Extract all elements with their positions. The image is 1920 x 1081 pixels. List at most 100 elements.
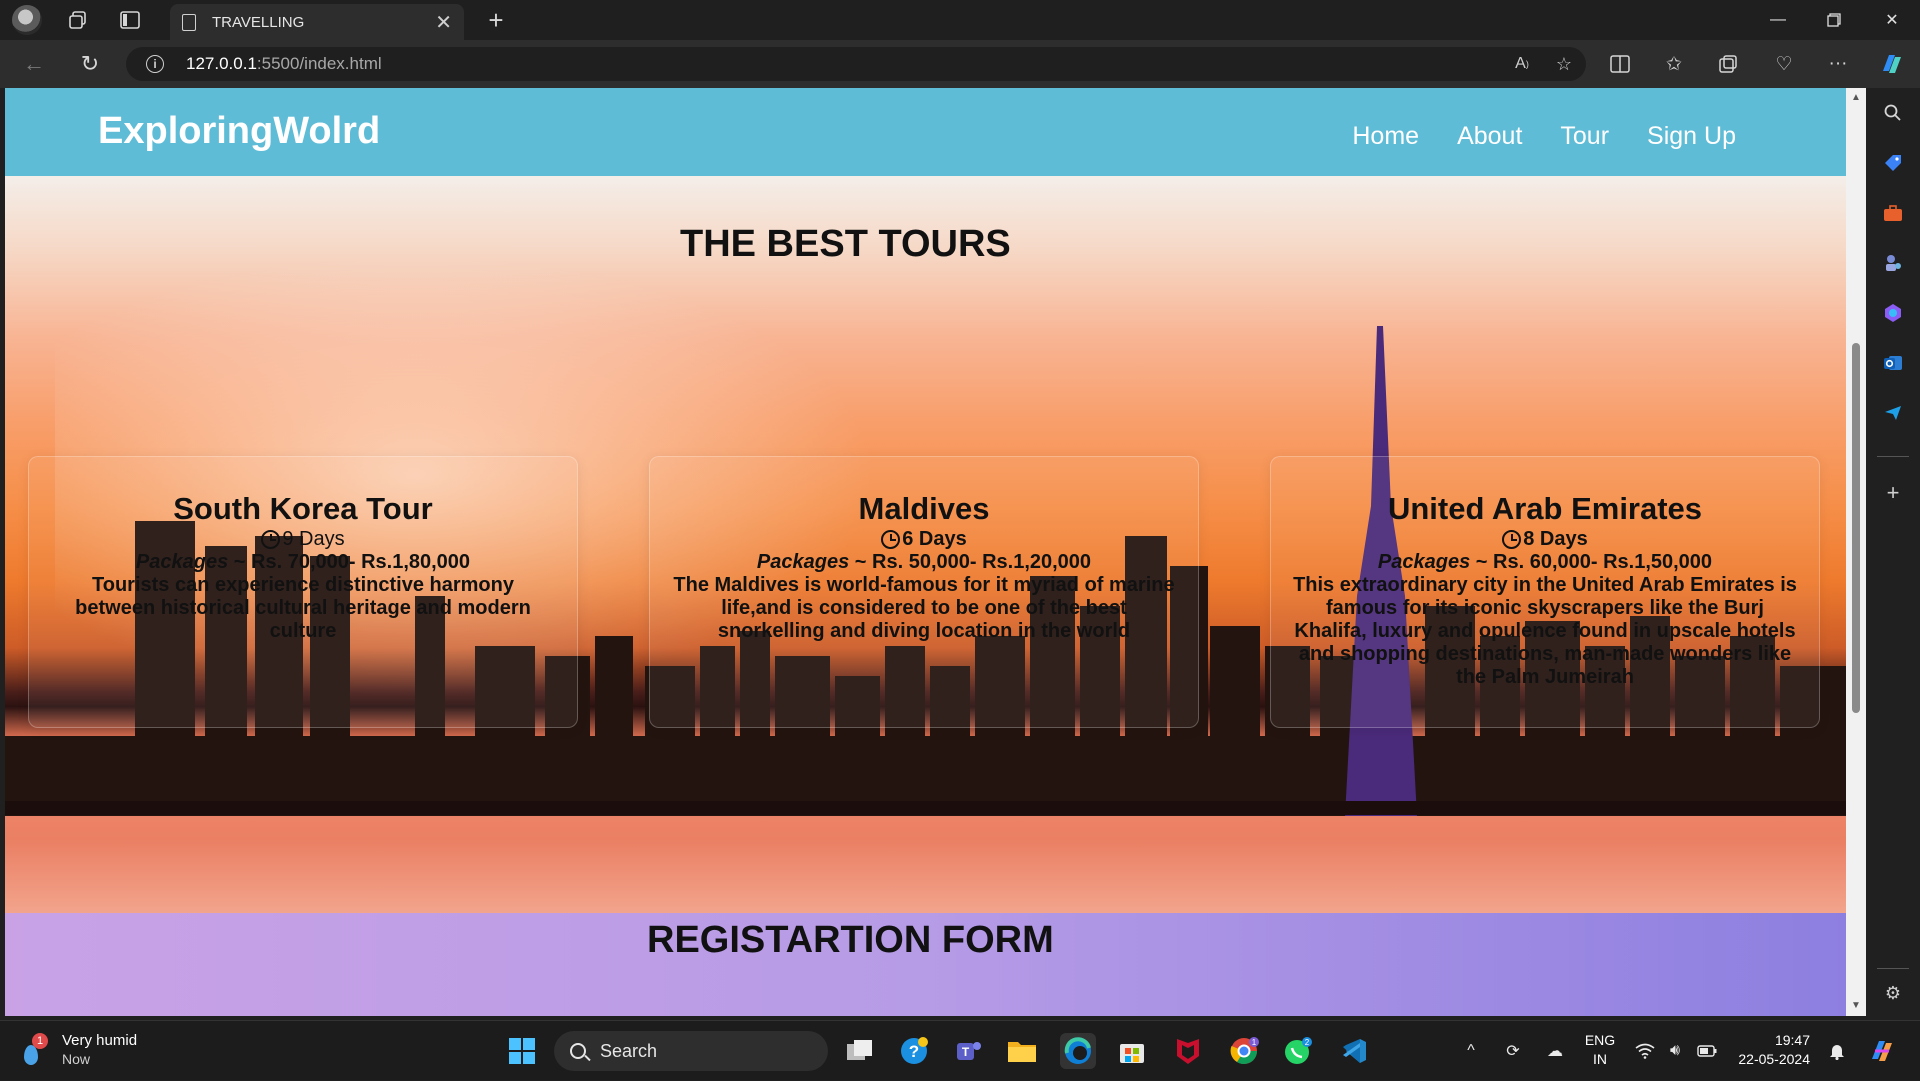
windows-taskbar: 1 Very humid Now Search ? T 1 2 ^ ⟳ ☁ EN… xyxy=(0,1020,1920,1080)
search-label: Search xyxy=(600,1040,658,1061)
weather-badge: 1 xyxy=(32,1033,48,1049)
restore-button[interactable] xyxy=(1808,0,1860,40)
tour-card-maldives[interactable]: Maldives 6 Days Packages ~ Rs. 50,000- R… xyxy=(649,456,1199,728)
language-indicator[interactable]: ENG IN xyxy=(1582,1031,1618,1069)
tab-title: TRAVELLING xyxy=(212,13,305,31)
nav-sign-up[interactable]: Sign Up xyxy=(1647,122,1736,151)
chevron-up-icon[interactable]: ^ xyxy=(1456,1021,1486,1081)
search-icon xyxy=(570,1043,586,1059)
weather-humidity-icon: 1 xyxy=(22,1033,48,1065)
refresh-icon[interactable]: ↻ xyxy=(70,40,110,88)
card-duration: 6 Days xyxy=(650,527,1198,551)
address-bar[interactable]: i 127.0.0.1:5500/index.html A) ☆ xyxy=(126,47,1586,81)
workspaces-icon[interactable] xyxy=(58,0,98,40)
clock-icon xyxy=(881,529,901,549)
scroll-thumb[interactable] xyxy=(1852,343,1860,713)
close-window-button[interactable]: ✕ xyxy=(1866,0,1918,40)
chrome-icon[interactable]: 1 xyxy=(1226,1033,1262,1069)
card-duration: 9 Days xyxy=(29,527,577,551)
taskbar-search[interactable]: Search xyxy=(554,1031,828,1071)
onedrive-icon[interactable]: ☁ xyxy=(1538,1021,1572,1081)
registration-section: REGISTARTION FORM xyxy=(5,913,1846,1016)
file-explorer-icon[interactable] xyxy=(1004,1033,1040,1069)
add-icon[interactable]: + xyxy=(1876,476,1910,510)
registration-heading: REGISTARTION FORM xyxy=(647,919,1054,961)
page-scrollbar[interactable]: ▲ ▼ xyxy=(1846,88,1866,1016)
back-icon[interactable]: ← xyxy=(14,40,54,88)
minimize-button[interactable]: — xyxy=(1752,0,1804,40)
games-icon[interactable] xyxy=(1876,246,1910,280)
battery-icon[interactable] xyxy=(1692,1021,1722,1081)
windows-start-icon[interactable] xyxy=(504,1033,540,1069)
scroll-down-icon[interactable]: ▼ xyxy=(1850,1000,1862,1012)
tour-card-south-korea[interactable]: South Korea Tour 9 Days Packages ~ Rs. 7… xyxy=(28,456,578,728)
star-icon[interactable]: ☆ xyxy=(1546,47,1582,81)
site-nav: Home About Tour Sign Up xyxy=(1352,122,1736,151)
tab-actions-icon[interactable] xyxy=(110,0,150,40)
microsoft-store-icon[interactable] xyxy=(1114,1033,1150,1069)
tour-card-uae[interactable]: United Arab Emirates 8 Days Packages ~ R… xyxy=(1270,456,1820,728)
svg-text:1: 1 xyxy=(1252,1038,1257,1047)
browser-essentials-icon[interactable]: ♡ xyxy=(1762,40,1806,88)
favorites-icon[interactable]: ✩ xyxy=(1652,40,1696,88)
card-packages: Packages ~ Rs. 60,000- Rs.1,50,000 xyxy=(1377,551,1713,573)
info-icon[interactable]: i xyxy=(146,55,164,73)
task-view-icon[interactable] xyxy=(842,1033,878,1069)
card-description: This extraordinary city in the United Ar… xyxy=(1293,574,1797,688)
edge-sidebar: + ⚙ xyxy=(1866,88,1920,1016)
scroll-up-icon[interactable]: ▲ xyxy=(1850,92,1862,104)
edge-icon[interactable] xyxy=(1060,1033,1096,1069)
weather-title: Very humid xyxy=(62,1032,138,1049)
site-logo[interactable]: ExploringWolrd xyxy=(98,110,380,153)
more-icon[interactable]: ··· xyxy=(1816,40,1860,88)
card-title: South Korea Tour xyxy=(173,491,433,526)
system-clock[interactable]: 19:47 22-05-2024 xyxy=(1730,1031,1810,1069)
close-icon[interactable]: ✕ xyxy=(435,10,452,35)
clock-icon xyxy=(261,529,281,549)
settings-gear-icon[interactable]: ⚙ xyxy=(1876,976,1910,1010)
wifi-icon[interactable] xyxy=(1630,1021,1660,1081)
sync-icon[interactable]: ⟳ xyxy=(1496,1021,1530,1081)
vscode-icon[interactable] xyxy=(1336,1033,1372,1069)
teams-icon[interactable]: T xyxy=(950,1033,986,1069)
page-icon xyxy=(182,13,196,31)
send-icon[interactable] xyxy=(1876,396,1910,430)
outlook-icon[interactable] xyxy=(1876,346,1910,380)
shopping-tag-icon[interactable] xyxy=(1876,146,1910,180)
volume-icon[interactable]: 🔊︎ xyxy=(1660,1021,1690,1081)
card-duration: 8 Days xyxy=(1271,527,1819,551)
browser-titlebar: TRAVELLING ✕ + — ✕ xyxy=(0,0,1920,40)
site-header: ExploringWolrd Home About Tour Sign Up xyxy=(5,88,1846,176)
plus-icon: + xyxy=(488,4,504,35)
tours-section: THE BEST TOURS South Korea Tour 9 Days P… xyxy=(5,176,1846,913)
tools-icon[interactable] xyxy=(1876,196,1910,230)
browser-tab[interactable]: TRAVELLING ✕ xyxy=(170,4,464,40)
copilot-icon[interactable] xyxy=(1870,40,1914,88)
copilot-taskbar-icon[interactable] xyxy=(1862,1021,1902,1081)
url-text[interactable]: 127.0.0.1:5500/index.html xyxy=(186,54,382,74)
whatsapp-icon[interactable]: 2 xyxy=(1280,1033,1316,1069)
nav-home[interactable]: Home xyxy=(1352,122,1419,151)
card-packages: Packages ~ Rs. 50,000- Rs.1,20,000 xyxy=(756,551,1092,573)
page-viewport: ExploringWolrd Home About Tour Sign Up T… xyxy=(5,88,1846,1016)
profile-avatar-icon[interactable] xyxy=(12,5,42,35)
nav-tour[interactable]: Tour xyxy=(1560,122,1609,151)
card-description: The Maldives is world-famous for it myri… xyxy=(673,574,1175,642)
copilot-app-icon[interactable] xyxy=(1876,296,1910,330)
nav-about[interactable]: About xyxy=(1457,122,1522,151)
clock-icon xyxy=(1502,529,1522,549)
sidebar-divider xyxy=(1877,968,1909,969)
svg-text:2: 2 xyxy=(1305,1038,1310,1047)
collections-icon[interactable] xyxy=(1706,40,1750,88)
address-toolbar: ← ↻ i 127.0.0.1:5500/index.html A) ☆ ✩ ♡… xyxy=(0,40,1920,88)
notification-bell-icon[interactable] xyxy=(1822,1021,1852,1081)
new-tab-button[interactable]: + xyxy=(478,4,514,36)
mcafee-icon[interactable] xyxy=(1170,1033,1206,1069)
tours-heading: THE BEST TOURS xyxy=(680,223,1011,265)
split-screen-icon[interactable] xyxy=(1598,40,1642,88)
help-icon[interactable]: ? xyxy=(896,1033,932,1069)
weather-widget[interactable]: 1 Very humid Now xyxy=(22,1031,137,1069)
search-icon[interactable] xyxy=(1876,96,1910,130)
svg-text:T: T xyxy=(962,1045,970,1059)
read-aloud-icon[interactable]: A) xyxy=(1504,47,1540,81)
